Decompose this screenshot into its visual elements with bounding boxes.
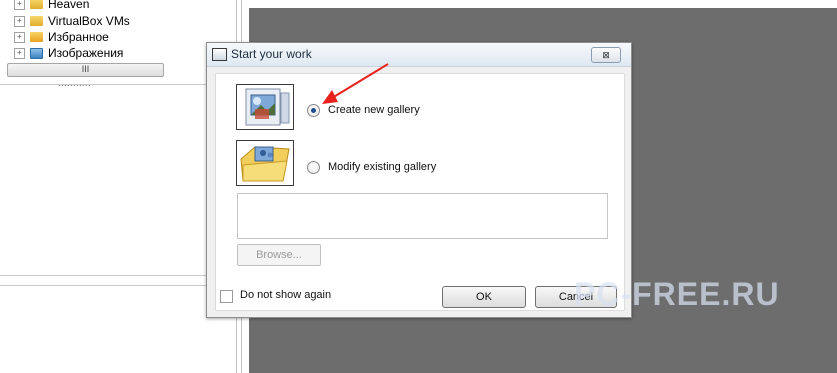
watermark: PC-FREE.RU — [574, 276, 780, 312]
modify-existing-gallery-radio[interactable] — [307, 161, 320, 174]
star-folder-icon — [30, 32, 43, 42]
pictures-folder-icon — [30, 47, 43, 59]
splitter-line — [0, 285, 238, 286]
splitter-line — [0, 84, 238, 85]
do-not-show-again-label[interactable]: Do not show again — [240, 289, 331, 301]
tree-item-label: Избранное — [48, 30, 109, 44]
scrollbar-grip: III — [81, 64, 90, 74]
splitter-grip[interactable]: ........... — [58, 78, 91, 88]
existing-gallery-icon[interactable] — [236, 140, 294, 186]
close-button[interactable]: ⊠ — [591, 47, 621, 63]
expand-icon[interactable]: + — [14, 0, 25, 10]
red-arrow-annotation — [322, 63, 389, 104]
gallery-path-field[interactable] — [237, 193, 608, 239]
modify-existing-gallery-label[interactable]: Modify existing gallery — [328, 161, 436, 173]
dialog-title: Start your work — [231, 47, 312, 61]
tree-item-label: Изображения — [48, 46, 124, 60]
tree-item-pictures[interactable]: + Изображения — [14, 45, 123, 61]
new-gallery-icon[interactable] — [236, 84, 294, 130]
expand-icon[interactable]: + — [14, 31, 25, 43]
window-icon — [212, 48, 227, 61]
tree-item-heaven[interactable]: + Heaven — [14, 0, 89, 12]
expand-icon[interactable]: + — [14, 15, 25, 27]
dialog-titlebar[interactable]: Start your work ⊠ — [207, 43, 631, 67]
folder-icon — [30, 0, 43, 9]
ok-button[interactable]: OK — [442, 286, 526, 308]
tree-item-label: Heaven — [48, 0, 90, 11]
tree-item-favorites[interactable]: + Избранное — [14, 29, 109, 45]
folder-icon — [30, 16, 43, 26]
do-not-show-again-checkbox[interactable] — [220, 290, 233, 303]
browse-button[interactable]: Browse... — [237, 244, 321, 266]
horizontal-scrollbar[interactable]: III — [7, 63, 164, 77]
tree-item-label: VirtualBox VMs — [48, 14, 130, 28]
tree-item-virtualbox-vms[interactable]: + VirtualBox VMs — [14, 13, 130, 29]
splitter-line — [0, 275, 238, 276]
expand-icon[interactable]: + — [14, 47, 25, 59]
